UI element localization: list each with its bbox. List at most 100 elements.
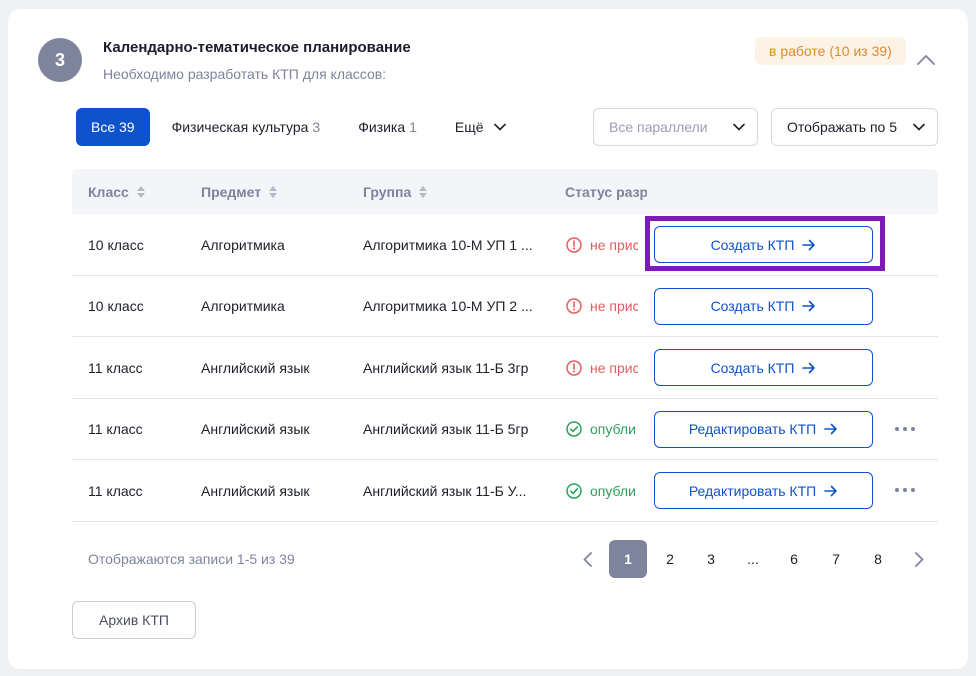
arrow-right-icon [802,239,816,250]
column-header-label: Предмет [201,183,262,200]
pagination-ellipsis: ... [747,551,759,567]
cell-group: Английский язык 11-Б У... [363,482,527,499]
cell-subject: Алгоритмика [201,236,285,253]
pagination-page[interactable]: 7 [817,540,855,578]
cell-status: опубли [566,460,638,521]
alert-circle-icon [566,359,582,376]
table-row: 11 класс Английский язык Английский язык… [72,460,938,522]
chevron-down-icon [733,123,745,131]
status-text: не прис [590,359,638,376]
sort-icon[interactable] [269,185,278,198]
alert-circle-icon [566,298,582,314]
table-header: Класс Предмет Группа Статус разр [72,169,938,214]
cell-class: 11 класс [88,482,143,499]
action-label: Создать КТП [710,236,795,253]
filter-all-button[interactable]: Все 39 [76,108,150,146]
column-header-group[interactable]: Группа [363,169,428,214]
pagination-page[interactable]: 1 [609,540,647,578]
cell-group: Алгоритмика 10-М УП 1 ... [363,236,533,253]
create-ktp-button[interactable]: Создать КТП [654,349,873,386]
filter-tabs: Все 39 Физическая культура 3 Физика 1 Ещ… [76,108,506,146]
chevron-down-icon [913,123,925,131]
sort-icon[interactable] [136,185,145,198]
cell-group: Английский язык 11-Б 5гр [363,421,529,437]
cell-group: Английский язык 11-Б 3гр [363,359,529,376]
parallels-select[interactable]: Все параллели [593,108,758,146]
pagination-page[interactable]: 3 [692,540,730,578]
filter-tab-count: 3 [312,119,321,135]
action-label: Редактировать КТП [688,421,817,437]
column-header-status: Статус разр [565,183,647,200]
filter-more-dropdown[interactable]: Ещё [455,119,506,135]
chevron-down-icon [493,123,506,131]
table-row: 10 класс Алгоритмика Алгоритмика 10-М УП… [72,276,938,337]
check-circle-icon [566,421,582,437]
cell-group: Алгоритмика 10-М УП 2 ... [363,298,533,314]
action-label: Создать КТП [710,359,795,376]
more-options-icon[interactable] [895,423,915,435]
pagination-page[interactable]: 8 [859,540,897,578]
filter-more-label: Ещё [454,119,484,135]
filter-tab-label: Физика [358,119,406,135]
arrow-right-icon [802,362,816,373]
section-title: Календарно-тематическое планирование [103,39,411,56]
table-row: 10 класс Алгоритмика Алгоритмика 10-М УП… [72,214,938,276]
column-header-label: Класс [88,183,129,200]
alert-circle-icon [566,236,582,253]
more-options-icon[interactable] [895,484,915,496]
table-row: 11 класс Английский язык Английский язык… [72,337,938,399]
filter-tab-phys-culture[interactable]: Физическая культура 3 [172,119,321,135]
chevron-left-icon [583,551,592,567]
arrow-right-icon [802,300,816,312]
table-row: 11 класс Английский язык Английский язык… [72,399,938,460]
page-size-select[interactable]: Отображать по 5 [771,108,938,146]
sort-icon[interactable] [419,185,428,198]
archive-ktp-button[interactable]: Архив КТП [72,601,196,639]
column-header-subject[interactable]: Предмет [201,169,278,214]
section-subtitle: Необходимо разработать КТП для классов: [103,66,387,82]
status-text: опубли [590,482,636,499]
column-header-label: Группа [363,183,412,200]
chevron-up-icon [917,55,935,65]
cell-class: 11 класс [88,421,143,437]
cell-class: 10 класс [88,298,144,314]
pagination-page[interactable]: 2 [651,540,689,578]
status-text: опубли [590,421,636,437]
create-ktp-button[interactable]: Создать КТП [654,287,873,325]
cell-class: 11 класс [88,359,143,376]
cell-subject: Алгоритмика [201,298,285,314]
cell-status: не прис [566,214,638,275]
column-header-class[interactable]: Класс [88,169,145,214]
filter-tab-label: Физическая культура [171,119,309,135]
records-count: Отображаются записи 1-5 из 39 [88,551,295,567]
ktp-table: Класс Предмет Группа Статус разр 10 клас… [72,169,938,522]
parallels-select-placeholder: Все параллели [609,119,708,135]
cell-subject: Английский язык [201,482,310,499]
cell-status: не прис [566,337,638,398]
status-badge: в работе (10 из 39) [755,37,906,65]
step-number-badge: 3 [38,38,82,82]
action-label: Редактировать КТП [688,482,817,499]
cell-subject: Английский язык [201,421,310,437]
collapse-button[interactable] [915,50,937,70]
check-circle-icon [566,482,582,499]
filter-tab-physics[interactable]: Физика 1 [358,119,417,135]
status-text: не прис [590,298,638,314]
page-size-label: Отображать по 5 [787,119,898,135]
arrow-right-icon [824,485,837,496]
cell-class: 10 класс [88,236,144,253]
arrow-right-icon [824,423,837,435]
cell-status: не прис [566,276,638,337]
pagination-prev-button[interactable] [576,540,598,578]
status-text: не прис [590,236,638,253]
pagination-next-button[interactable] [908,540,930,578]
chevron-right-icon [914,551,923,567]
create-ktp-button[interactable]: Создать КТП [654,226,873,263]
filter-tab-count: 1 [409,119,417,135]
cell-status: опубли [566,399,638,460]
edit-ktp-button[interactable]: Редактировать КТП [654,410,873,448]
pagination-page[interactable]: 6 [775,540,813,578]
action-label: Создать КТП [710,298,795,314]
cell-subject: Английский язык [201,359,310,376]
edit-ktp-button[interactable]: Редактировать КТП [654,472,873,509]
